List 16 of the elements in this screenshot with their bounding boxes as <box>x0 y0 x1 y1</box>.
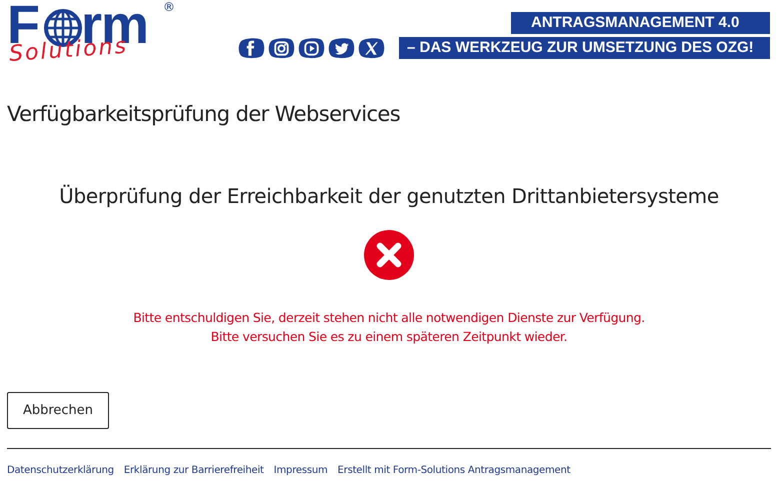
bird-icon[interactable] <box>328 36 355 61</box>
facebook-icon[interactable] <box>238 36 265 61</box>
check-heading: Überprüfung der Erreichbarkeit der genutzten Drittanbietersysteme <box>58 184 720 208</box>
page-title: Verfügbarkeitsprüfung der Webservices <box>7 102 402 126</box>
registered-mark: ® <box>163 0 175 14</box>
x-icon[interactable] <box>358 36 385 61</box>
footer-link[interactable]: Erstellt mit Form-Solutions Antragsmanagement <box>338 465 570 476</box>
footer-link[interactable]: Impressum <box>274 465 328 476</box>
video-icon[interactable] <box>298 36 325 61</box>
instagram-icon[interactable] <box>268 36 295 61</box>
error-message: Bitte entschuldigen Sie, derzeit stehen nicht alle notwendigen Dienste zur Verfügung. <box>132 309 646 327</box>
cancel-button[interactable]: Abbrechen <box>7 392 109 429</box>
footer-link[interactable]: Datenschutzerklärung <box>7 465 114 476</box>
footer-link[interactable]: Erklärung zur Barrierefreiheit <box>124 465 264 476</box>
error-message: Bitte versuchen Sie es zu einem späteren Zeitpunkt wieder. <box>210 328 568 346</box>
error-icon <box>364 230 414 280</box>
